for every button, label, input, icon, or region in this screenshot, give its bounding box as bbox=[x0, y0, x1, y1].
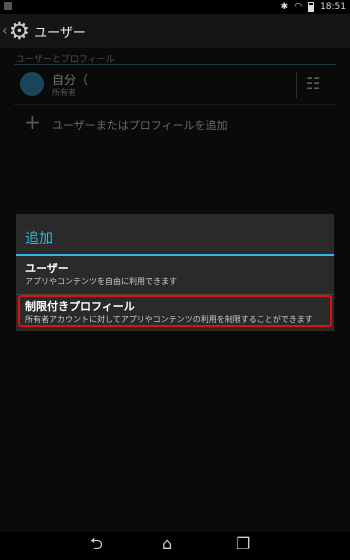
row-divider bbox=[14, 104, 336, 105]
user-row-self[interactable]: 自分（ 所有者 ☷ bbox=[14, 66, 336, 104]
settings-gear-icon[interactable]: ⚙ bbox=[9, 19, 31, 43]
add-dialog: 追加 ユーザー アプリやコンテンツを自由に利用できます 制限付きプロフィール 所… bbox=[16, 214, 334, 331]
add-user-or-profile-row[interactable]: + ユーザーまたはプロフィールを追加 bbox=[14, 106, 336, 142]
bluetooth-icon: ✱ bbox=[280, 2, 289, 12]
option-restricted-profile[interactable]: 制限付きプロフィール 所有者アカウントに対してアプリやコンテンツの利用を制限する… bbox=[16, 294, 334, 330]
page-title: ユーザー bbox=[34, 25, 86, 41]
plus-icon: + bbox=[24, 110, 41, 134]
up-navigation-icon[interactable]: ‹ bbox=[2, 23, 8, 39]
option-title: ユーザー bbox=[25, 262, 69, 275]
option-description: アプリやコンテンツを自由に利用できます bbox=[25, 277, 177, 286]
back-icon[interactable]: ⮌ bbox=[90, 536, 103, 552]
dialog-title: 追加 bbox=[25, 231, 53, 247]
wifi-icon: ◠ bbox=[294, 2, 303, 12]
option-title: 制限付きプロフィール bbox=[25, 300, 135, 313]
settings-sliders-icon[interactable]: ☷ bbox=[306, 74, 320, 93]
add-user-label: ユーザーまたはプロフィールを追加 bbox=[52, 119, 228, 132]
home-icon[interactable]: ⌂ bbox=[162, 536, 172, 552]
navigation-bar: ⮌ ⌂ ❐ bbox=[0, 532, 350, 560]
user-role: 所有者 bbox=[52, 88, 76, 97]
vertical-divider bbox=[296, 72, 297, 98]
status-bar: ✱ ◠ 18:51 bbox=[0, 0, 350, 14]
dialog-title-divider bbox=[16, 254, 334, 256]
section-divider bbox=[14, 64, 336, 65]
action-bar: ‹ ⚙ ユーザー bbox=[0, 14, 350, 48]
clock: 18:51 bbox=[320, 2, 346, 12]
notification-icon bbox=[4, 2, 12, 10]
option-user[interactable]: ユーザー アプリやコンテンツを自由に利用できます bbox=[16, 258, 334, 292]
option-description: 所有者アカウントに対してアプリやコンテンツの利用を制限することができます bbox=[25, 315, 313, 324]
recent-apps-icon[interactable]: ❐ bbox=[236, 536, 250, 552]
status-icons: ✱ ◠ 18:51 bbox=[281, 1, 346, 13]
user-name: 自分（ bbox=[52, 73, 89, 87]
avatar bbox=[20, 72, 44, 96]
battery-icon bbox=[308, 2, 315, 12]
